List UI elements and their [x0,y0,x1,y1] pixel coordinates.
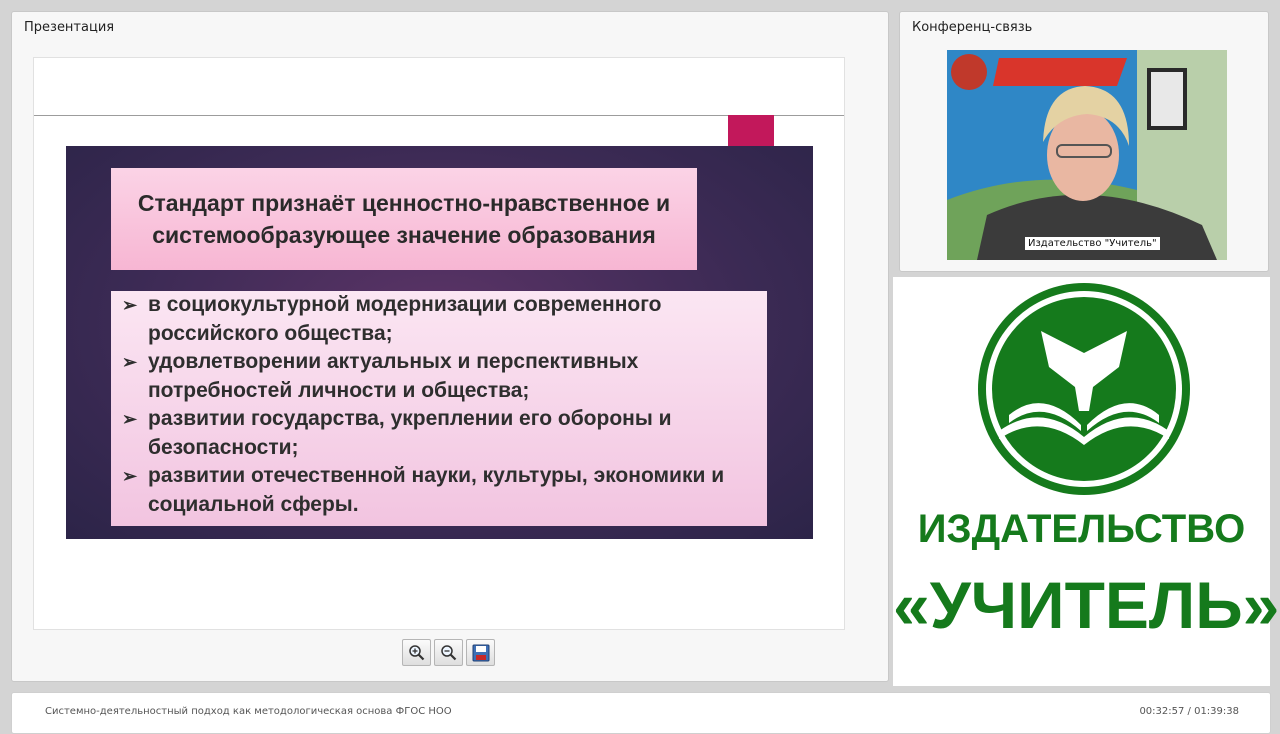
arrow-bullet-icon: ➢ [122,466,138,486]
slide-content-frame: Стандарт признаёт ценностно-нравственное… [66,146,813,539]
slide-divider [34,115,844,116]
floppy-disk-icon [472,644,489,661]
zoom-in-icon [409,645,425,661]
logo-text-name: «УЧИТЕЛЬ» [893,568,1280,642]
slide-toolbar [402,639,495,666]
arrow-bullet-icon: ➢ [122,295,138,315]
slide-bullet: ➢ развитии государства, укреплении его об… [122,405,757,462]
lecture-title: Системно-деятельностный подход как метод… [45,706,452,717]
presentation-panel: Презентация Стандарт признаёт ценностно-… [11,11,889,682]
slide-bullet: ➢ в социокультурной модернизации современ… [122,291,757,348]
arrow-bullet-icon: ➢ [122,409,138,429]
slide-bullet-list: ➢ в социокультурной модернизации современ… [111,291,767,526]
slide-bullet: ➢ удовлетворении актуальных и перспективн… [122,348,757,405]
logo-text-publisher: ИЗДАТЕЛЬСТВО [917,507,1246,551]
video-feed[interactable]: Издательство "Учитель" [947,50,1227,260]
speaker-video-icon [947,50,1227,260]
playback-time: 00:32:57 / 01:39:38 [1139,706,1239,717]
slide-bullet: ➢ развитии отечественной науки, культуры,… [122,462,757,519]
zoom-out-icon [441,645,457,661]
zoom-out-button[interactable] [434,639,463,666]
player-footer: Системно-деятельностный подход как метод… [11,692,1271,734]
uchitel-logo-icon [974,279,1194,499]
zoom-in-button[interactable] [402,639,431,666]
slide-title: Стандарт признаёт ценностно-нравственное… [111,168,697,270]
save-button[interactable] [466,639,495,666]
slide: Стандарт признаёт ценностно-нравственное… [33,57,845,630]
conference-panel: Конференц-связь Издательство "Учитель" [899,11,1269,272]
video-caption: Издательство "Учитель" [1025,237,1160,250]
arrow-bullet-icon: ➢ [122,352,138,372]
conference-panel-title: Конференц-связь [912,20,1033,35]
publisher-logo-panel: ИЗДАТЕЛЬСТВО «УЧИТЕЛЬ» [893,277,1280,686]
presentation-panel-title: Презентация [24,20,115,35]
